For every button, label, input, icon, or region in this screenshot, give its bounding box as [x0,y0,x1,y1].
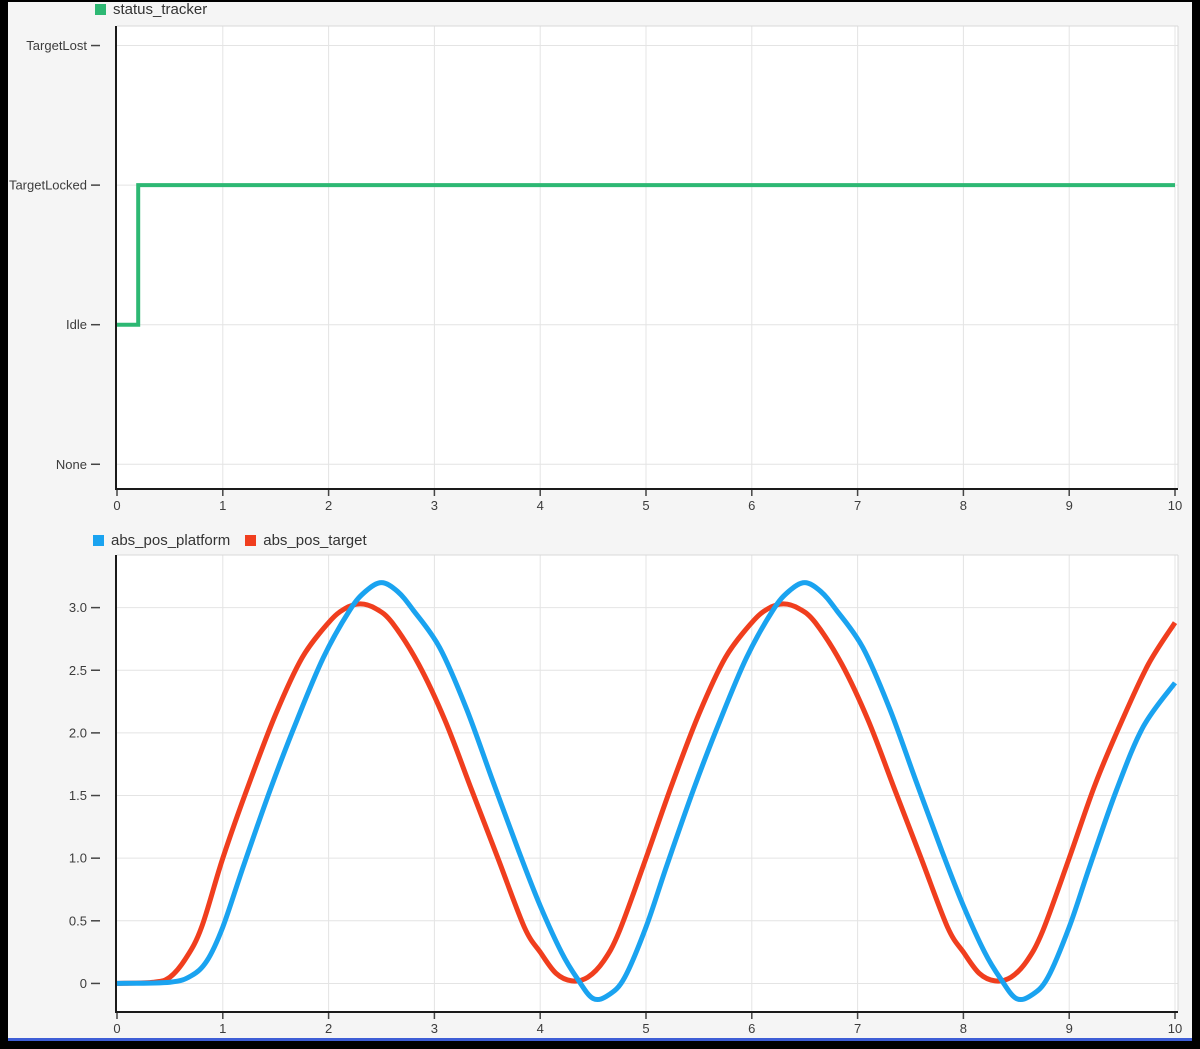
x-tick-label: 4 [537,1021,544,1036]
y-tick-label: TargetLost [26,38,87,53]
y-tick-label: 1.5 [69,788,87,803]
y-tick-label: None [56,457,87,472]
y-tick-label: 0 [80,976,87,991]
x-tick-label: 2 [325,498,332,513]
x-tick-label: 0 [113,498,120,513]
x-tick-label: 8 [960,1021,967,1036]
status-tracker-chart[interactable]: 0 1 2 3 4 5 6 7 8 9 10 None Idle TargetLocked TargetLo… [8,2,1192,522]
x-tick-label: 1 [219,498,226,513]
x-tick-label: 7 [854,1021,861,1036]
y-tick-label: 0.5 [69,913,87,928]
x-tick-label: 6 [748,1021,755,1036]
selection-highlight-bar [8,1038,1192,1041]
x-tick-label: 10 [1168,1021,1182,1036]
y-tick-label: 1.0 [69,851,87,866]
y-tick-label: 2.0 [69,725,87,740]
y-tick-label: TargetLocked [9,178,87,193]
x-tick-label: 1 [219,1021,226,1036]
x-tick-label: 10 [1168,498,1182,513]
y-tick-label: Idle [66,317,87,332]
abs-position-chart[interactable]: 0 1 2 3 4 5 6 7 8 9 10 0 0.5 1.0 1.5 2.0 2.5 3.0 [8,529,1192,1041]
y-tick-label: 3.0 [69,600,87,615]
x-tick-label: 7 [854,498,861,513]
inspector-canvas: status_tracker 012345678910NoneIdleTarge… [8,2,1192,1041]
x-tick-label: 2 [325,1021,332,1036]
x-tick-label: 6 [748,498,755,513]
x-tick-label: 9 [1066,1021,1073,1036]
x-tick-label: 0 [113,1021,120,1036]
y-tick-label: 2.5 [69,663,87,678]
x-tick-label: 3 [431,498,438,513]
x-tick-label: 5 [642,1021,649,1036]
x-tick-label: 8 [960,498,967,513]
x-tick-label: 9 [1066,498,1073,513]
x-tick-label: 5 [642,498,649,513]
x-tick-label: 3 [431,1021,438,1036]
x-tick-label: 4 [537,498,544,513]
